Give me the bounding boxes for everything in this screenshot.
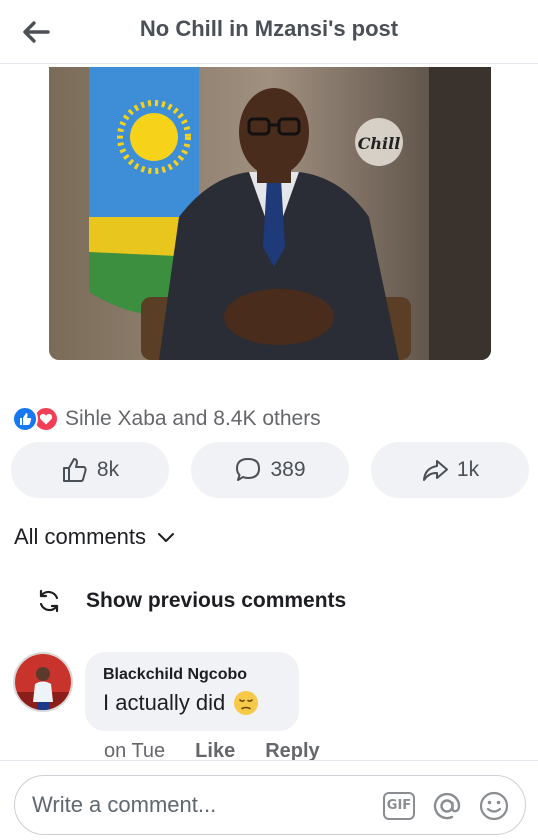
comment-author[interactable]: Blackchild Ngcobo (103, 666, 281, 684)
share-count: 1k (456, 458, 480, 481)
reactions-summary[interactable]: Sihle Xaba and 8.4K others (12, 404, 321, 434)
comment-text: I actually did (103, 690, 226, 715)
post-page: No Chill in Mzansi's post Chill Sihle Xa… (0, 0, 538, 840)
comment-input[interactable]: Write a comment... GIF (14, 775, 526, 835)
comment-bubble-icon (236, 458, 261, 481)
like-button[interactable]: 8k (11, 442, 169, 498)
pensive-face-emoji-icon (234, 691, 259, 715)
share-button[interactable]: 1k (371, 442, 529, 498)
reactors-text: Sihle Xaba and 8.4K others (65, 407, 321, 430)
refresh-icon (39, 589, 59, 613)
like-reaction-icon (12, 406, 38, 432)
comments-filter-dropdown[interactable]: All comments (14, 524, 176, 550)
show-previous-label: Show previous comments (86, 589, 347, 612)
header-bar: No Chill in Mzansi's post (0, 0, 538, 64)
comment-button[interactable]: 389 (191, 442, 349, 498)
comments-filter-label: All comments (14, 524, 147, 549)
emoji-icon[interactable] (478, 790, 510, 822)
comment-composer: Write a comment... GIF (0, 760, 538, 840)
post-image[interactable]: Chill (49, 67, 491, 360)
like-count: 8k (96, 458, 120, 481)
show-previous-comments[interactable]: Show previous comments (36, 588, 346, 614)
gif-icon[interactable]: GIF (383, 792, 415, 820)
comment-input-placeholder: Write a comment... (32, 792, 217, 817)
comment-bubble: Blackchild Ngcobo I actually did (85, 652, 299, 731)
action-bar: 8k 389 1k (11, 442, 529, 498)
at-mention-icon[interactable] (431, 790, 463, 822)
watermark-text: Chill (358, 134, 401, 153)
page-title: No Chill in Mzansi's post (139, 16, 399, 41)
comment-count: 389 (270, 458, 306, 481)
thumbs-up-icon (62, 458, 87, 482)
share-arrow-icon (422, 460, 448, 481)
chevron-down-icon (158, 533, 175, 542)
avatar[interactable] (13, 652, 73, 712)
